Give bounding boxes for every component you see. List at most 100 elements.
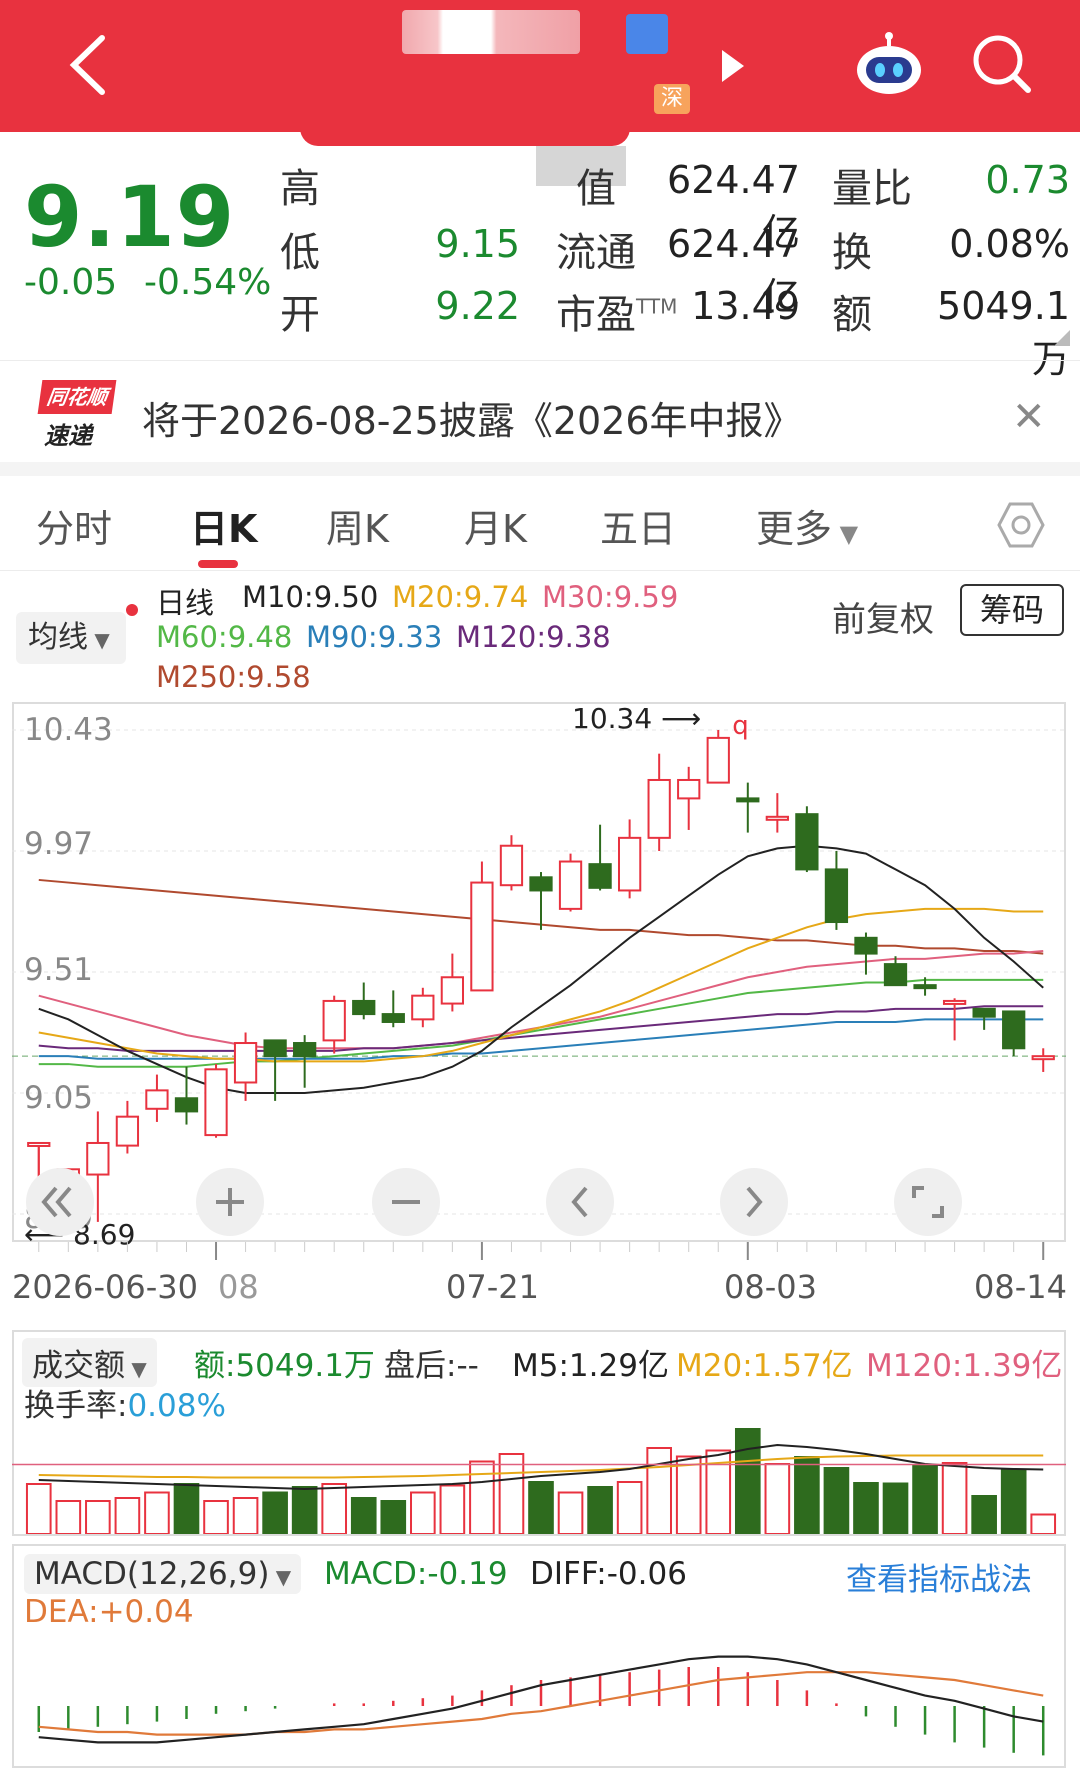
ma20-legend: M20:9.74: [392, 580, 529, 614]
divider: [0, 360, 1080, 361]
amount-label: 额: [832, 292, 872, 338]
ma30-legend: M30:9.59: [542, 580, 679, 614]
chevron-right-icon: [746, 1186, 763, 1218]
turnover-rate: 换手率:0.08%: [24, 1380, 226, 1425]
volume-bar: [823, 1467, 850, 1534]
macd-chart[interactable]: [12, 1634, 1066, 1766]
candle-body: [736, 797, 760, 803]
candle-body: [174, 1097, 199, 1113]
volume-bar: [498, 1453, 525, 1534]
macd-value: MACD:-0.19: [324, 1556, 508, 1592]
ma-selector[interactable]: 均线 ▼: [16, 612, 126, 664]
open-value: 9.22: [435, 284, 520, 328]
volume-bar: [25, 1483, 52, 1534]
adjust-mode-button[interactable]: 前复权: [832, 592, 934, 641]
volume-bar: [114, 1497, 141, 1534]
next-stock-icon[interactable]: [722, 50, 744, 82]
dea-value: DEA:+0.04: [24, 1594, 194, 1630]
zoom-out-button[interactable]: [372, 1168, 440, 1236]
macd-selector[interactable]: MACD(12,26,9) ▼: [24, 1554, 302, 1594]
stock-name-blurred[interactable]: [402, 10, 580, 54]
tab-five-day[interactable]: 五日: [600, 498, 676, 553]
tab-weekly-k[interactable]: 周K: [326, 498, 389, 553]
volume-bar: [1000, 1469, 1027, 1534]
next-button[interactable]: [720, 1168, 788, 1236]
candle-body: [145, 1089, 169, 1110]
high-marker-label: 10.34 ⟶: [572, 702, 702, 735]
tab-monthly-k[interactable]: 月K: [464, 498, 527, 553]
candle-body: [647, 778, 671, 839]
ma120-legend: M120:9.38: [456, 620, 611, 654]
macd-selector-label: MACD(12,26,9): [34, 1556, 270, 1592]
candle-body: [263, 1039, 287, 1058]
volume-bar: [941, 1462, 968, 1534]
volume-m20: M20:1.57亿: [676, 1348, 853, 1384]
volume-bar: [469, 1460, 495, 1534]
low-label: 低: [280, 230, 320, 276]
candle-body: [27, 1141, 51, 1147]
volume-bar: [203, 1500, 229, 1534]
candle-body: [440, 976, 465, 1005]
zoom-in-button[interactable]: [196, 1168, 264, 1236]
tab-daily-k[interactable]: 日K: [190, 498, 257, 553]
volume-bar: [380, 1500, 407, 1534]
candle-body: [322, 999, 346, 1042]
y-axis-label: 9.51: [24, 952, 94, 988]
back-icon[interactable]: [60, 30, 120, 100]
top-bar-notch: [300, 128, 630, 146]
scroll-left-button[interactable]: [26, 1168, 94, 1236]
turnover-label: 换: [832, 230, 872, 276]
notice-text[interactable]: 将于2026-08-25披露《2026年中报》: [142, 390, 802, 445]
volume-amount: 额:5049.1万: [194, 1348, 375, 1384]
candle-body: [529, 876, 553, 892]
event-marker: q: [732, 711, 749, 741]
active-tab-indicator: [198, 560, 238, 568]
logo-top-text: 同花顺: [37, 380, 117, 414]
search-icon[interactable]: [970, 32, 1034, 96]
volume-ratio-label: 量比: [832, 166, 912, 212]
volume-bar: [912, 1465, 938, 1534]
volume-bar: [646, 1447, 672, 1534]
candle-body: [617, 836, 642, 892]
x-axis-date: 08-14: [974, 1268, 1067, 1306]
volume-bar: [173, 1483, 200, 1534]
ma60-line: [38, 978, 1044, 1068]
x-axis-date: 08: [218, 1268, 259, 1306]
volume-bar: [971, 1495, 997, 1534]
volume-bar: [262, 1491, 288, 1534]
double-chevron-left-icon: [41, 1186, 72, 1218]
kline-chart[interactable]: q: [12, 702, 1066, 1242]
low-value: 9.15: [435, 222, 520, 266]
candle-body: [381, 1013, 405, 1023]
stock-code-blurred: [626, 14, 668, 54]
chip-distribution-button[interactable]: 筹码: [960, 584, 1064, 636]
turnover-value: 0.08%: [949, 222, 1070, 266]
pe-value: 13.49: [691, 284, 800, 328]
high-label: 高: [280, 166, 320, 212]
after-hours-amount: 盘后:--: [384, 1348, 479, 1384]
volume-bar: [144, 1491, 170, 1534]
prev-button[interactable]: [546, 1168, 614, 1236]
volume-bar: [439, 1484, 466, 1534]
candle-body: [411, 994, 435, 1021]
volume-chart[interactable]: [12, 1420, 1066, 1534]
tab-more[interactable]: 更多 ▼: [756, 498, 858, 553]
settings-hexagon-icon[interactable]: [996, 500, 1046, 550]
ma120-line: [38, 1005, 1044, 1052]
ma-title: 日线: [156, 586, 215, 620]
high-marker-value: 10.34: [572, 702, 653, 735]
volume-bar: [557, 1491, 584, 1534]
expand-corner-icon[interactable]: [1054, 330, 1070, 346]
plus-icon: [216, 1188, 244, 1216]
volume-bar: [291, 1486, 318, 1534]
fullscreen-button[interactable]: [894, 1168, 962, 1236]
robot-assistant-icon[interactable]: [854, 30, 924, 100]
volume-m120: M120:1.39亿: [866, 1348, 1063, 1384]
indicator-strategy-link[interactable]: 查看指标战法: [846, 1554, 1032, 1599]
candle-body: [115, 1115, 140, 1147]
y-axis-label: 10.43: [24, 712, 113, 748]
diff-value: DIFF:-0.06: [530, 1556, 687, 1592]
tab-intraday[interactable]: 分时: [36, 498, 112, 553]
close-icon[interactable]: ✕: [1012, 394, 1046, 440]
volume-bar: [85, 1500, 111, 1534]
